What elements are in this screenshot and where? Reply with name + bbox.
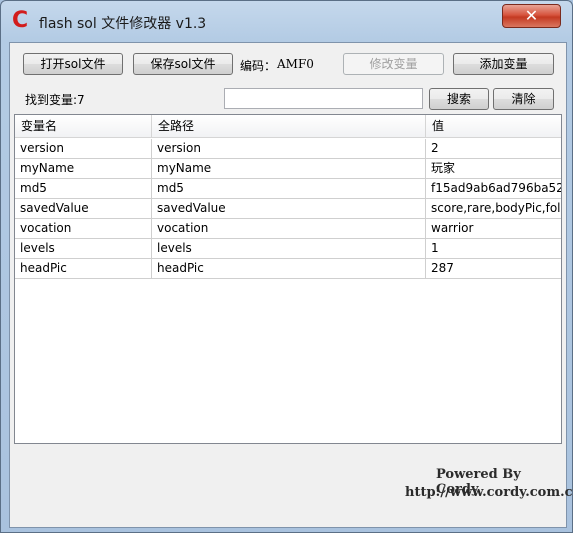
website-link[interactable]: http://www.cordy.com.cn	[405, 485, 573, 500]
save-sol-button[interactable]: 保存sol文件	[133, 53, 233, 75]
search-button[interactable]: 搜索	[429, 88, 489, 110]
add-variable-button[interactable]: 添加变量	[453, 53, 554, 75]
cell-value: 玩家	[426, 159, 561, 179]
close-button[interactable]: ✕	[502, 4, 561, 28]
variables-table[interactable]: 变量名 全路径 值 version version 2 myName myNam…	[14, 114, 562, 444]
app-window: C flash sol 文件修改器 v1.3 ✕ 打开sol文件 保存sol文件…	[0, 0, 573, 533]
cell-value: warrior	[426, 219, 561, 239]
cell-name: headPic	[15, 259, 152, 279]
cell-path: vocation	[152, 219, 426, 239]
cell-name: md5	[15, 179, 152, 199]
table-header: 变量名 全路径 值	[15, 115, 561, 139]
cell-path: levels	[152, 239, 426, 259]
cell-path: headPic	[152, 259, 426, 279]
cell-path: md5	[152, 179, 426, 199]
cell-value: 1	[426, 239, 561, 259]
cell-value: 2	[426, 139, 561, 159]
search-input[interactable]	[224, 88, 423, 109]
cell-path: version	[152, 139, 426, 159]
table-row[interactable]: savedValue savedValue score,rare,bodyPic…	[15, 199, 561, 219]
table-row[interactable]: levels levels 1	[15, 239, 561, 259]
cell-path: savedValue	[152, 199, 426, 219]
table-row[interactable]: headPic headPic 287	[15, 259, 561, 279]
cell-name: levels	[15, 239, 152, 259]
open-sol-button[interactable]: 打开sol文件	[23, 53, 123, 75]
cell-name: myName	[15, 159, 152, 179]
cell-path: myName	[152, 159, 426, 179]
table-row[interactable]: vocation vocation warrior	[15, 219, 561, 239]
main-panel: 打开sol文件 保存sol文件 编码： AMF0 修改变量 添加变量 找到变量:…	[9, 42, 573, 528]
cell-value: f15ad9ab6ad796ba52	[426, 179, 561, 199]
cell-name: savedValue	[15, 199, 152, 219]
clear-button[interactable]: 清除	[493, 88, 554, 110]
table-row[interactable]: myName myName 玩家	[15, 159, 561, 179]
cell-value: 287	[426, 259, 561, 279]
found-count-label: 找到变量:7	[25, 93, 85, 107]
encoding-value: AMF0	[277, 57, 314, 71]
column-header-path[interactable]: 全路径	[152, 115, 426, 138]
table-row[interactable]: version version 2	[15, 139, 561, 159]
window-title: flash sol 文件修改器 v1.3	[39, 16, 207, 32]
modify-variable-button[interactable]: 修改变量	[343, 53, 444, 75]
app-logo-icon: C	[12, 8, 29, 33]
cell-name: vocation	[15, 219, 152, 239]
cell-value: score,rare,bodyPic,follo	[426, 199, 561, 219]
close-icon: ✕	[524, 6, 539, 25]
cell-name: version	[15, 139, 152, 159]
column-header-name[interactable]: 变量名	[15, 115, 152, 138]
table-row[interactable]: md5 md5 f15ad9ab6ad796ba52	[15, 179, 561, 199]
encoding-label: 编码：	[240, 59, 277, 73]
column-header-value[interactable]: 值	[426, 115, 561, 138]
title-bar[interactable]: C flash sol 文件修改器 v1.3 ✕	[1, 1, 572, 39]
